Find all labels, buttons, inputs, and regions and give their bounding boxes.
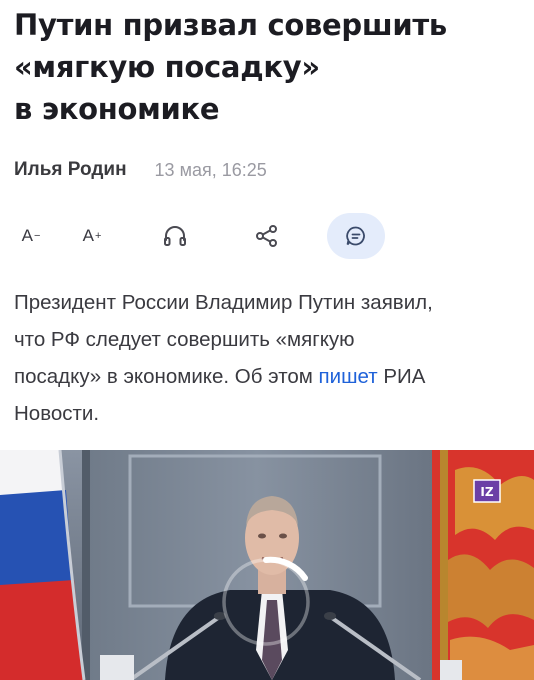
headline-line: в экономике xyxy=(14,92,220,126)
body-line: Президент России Владимир Путин заявил, xyxy=(14,291,433,314)
comment-icon xyxy=(346,226,365,246)
font-increase-button[interactable]: A + xyxy=(74,222,110,250)
headline-line: «мягкую посадку» xyxy=(14,50,320,84)
body-line: посадку» в экономике. Об этом пишет РИА xyxy=(14,358,524,395)
author-name[interactable]: Илья Родин xyxy=(14,159,127,181)
plus-sign: + xyxy=(94,230,102,242)
minus-sign: − xyxy=(33,230,41,242)
comments-button[interactable] xyxy=(327,213,385,259)
headline-line: Путин призвал совершить xyxy=(14,8,447,42)
channel-badge: IZ xyxy=(473,479,501,503)
body-line: что РФ следует совершить «мягкую xyxy=(14,328,355,351)
share-icon xyxy=(256,225,277,247)
headphones-icon xyxy=(164,226,186,246)
video-frame: IZ xyxy=(0,450,534,680)
listen-button[interactable] xyxy=(158,220,192,252)
source-link[interactable]: пишет xyxy=(319,365,378,388)
font-increase-label: A xyxy=(82,226,94,245)
article-toolbar: A − A + xyxy=(0,212,534,260)
video-player[interactable]: IZ xyxy=(0,450,534,680)
wall-edge xyxy=(82,450,90,680)
font-decrease-button[interactable]: A − xyxy=(14,222,48,250)
body-text-segment: РИА xyxy=(377,365,426,388)
article-body: Президент России Владимир Путин заявил, … xyxy=(14,284,524,432)
share-button[interactable] xyxy=(250,220,284,252)
body-text-segment: посадку» в экономике. Об этом xyxy=(14,365,319,388)
article-headline: Путин призвал совершить «мягкую посадку»… xyxy=(14,4,524,130)
publish-date: 13 мая, 16:25 xyxy=(154,159,267,180)
channel-badge-label: IZ xyxy=(480,485,493,499)
body-line: Новости. xyxy=(14,402,100,425)
byline: Илья Родин 13 мая, 16:25 xyxy=(14,155,267,185)
font-decrease-label: A xyxy=(21,226,33,245)
